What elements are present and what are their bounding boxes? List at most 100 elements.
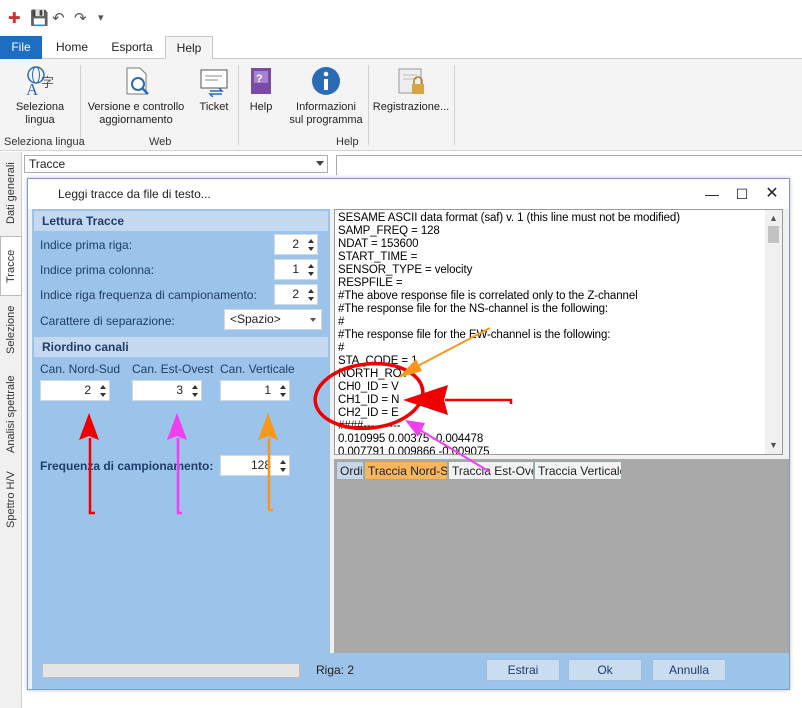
indice-prima-riga-value: 2 <box>292 237 299 251</box>
file-line: SAMP_FREQ = 128 <box>338 225 440 237</box>
file-line: NORTH_ROT <box>338 368 409 380</box>
file-line: # <box>338 316 345 328</box>
informazioni-button[interactable]: Informazioni sul programma <box>288 65 364 127</box>
spin-down-icon[interactable] <box>192 393 198 397</box>
spin-up-icon[interactable] <box>308 289 314 293</box>
ribbon-separator <box>238 65 239 145</box>
file-line: # <box>338 342 345 354</box>
tracce-combo[interactable]: Tracce <box>24 155 328 173</box>
annulla-button[interactable]: Annulla <box>652 659 726 681</box>
frequenza-label: Frequenza di campionamento: <box>40 459 214 473</box>
versione-button[interactable]: Versione e controllo aggiornamento <box>86 65 186 127</box>
file-line: NDAT = 153600 <box>338 238 419 250</box>
frequenza-value: 128 <box>250 458 271 472</box>
spin-down-icon[interactable] <box>100 393 106 397</box>
can-nord-sud-label: Can. Nord-Sud <box>40 362 121 376</box>
ok-button[interactable]: Ok <box>568 659 642 681</box>
seleziona-lingua-button[interactable]: A字 Seleziona lingua <box>6 65 74 127</box>
versione-label-1: Versione e controllo <box>87 101 185 113</box>
help-book-icon: ? <box>245 65 277 97</box>
informazioni-label-1: Informazioni <box>296 101 356 113</box>
spin-up-icon[interactable] <box>192 385 198 389</box>
file-line: SENSOR_TYPE = velocity <box>338 264 473 276</box>
grid-tab-nord-sud[interactable]: Traccia Nord-Sud <box>364 461 448 480</box>
leggi-tracce-dialog: Leggi tracce da file di testo... — ☐ ✕ L… <box>27 178 790 690</box>
separatore-combo[interactable]: <Spazio> <box>224 309 322 330</box>
quick-access-toolbar: ✚ 💾 ↶ ↷ ▾ <box>0 0 802 36</box>
vertical-scrollbar[interactable]: ▲ ▼ <box>765 210 782 454</box>
file-line: SESAME ASCII data format (saf) v. 1 (thi… <box>338 212 680 224</box>
estrai-button[interactable]: Estrai <box>486 659 560 681</box>
tracce-combo-value: Tracce <box>29 157 66 171</box>
can-nord-sud-input[interactable]: 2 <box>40 380 110 401</box>
can-verticale-input[interactable]: 1 <box>220 380 290 401</box>
can-verticale-value: 1 <box>264 383 271 397</box>
close-icon[interactable]: ✕ <box>762 184 782 204</box>
scroll-thumb[interactable] <box>768 226 779 243</box>
scroll-up-icon[interactable]: ▲ <box>769 213 778 223</box>
side-tab-spettro-hv[interactable]: Spettro H/V <box>0 464 22 536</box>
side-tab-analisi-spettrale[interactable]: Analisi spettrale <box>0 366 22 462</box>
dialog-title: Leggi tracce da file di testo... <box>58 187 211 201</box>
seleziona-lingua-label-1: Seleziona <box>15 101 65 113</box>
side-tab-tracce[interactable]: Tracce <box>0 236 22 296</box>
file-line: CH0_ID = V <box>338 381 399 393</box>
spin-down-icon[interactable] <box>308 297 314 301</box>
file-line: CH1_ID = N <box>338 394 400 406</box>
dialog-footer: Riga: 2 Estrai Ok Annulla <box>32 653 789 689</box>
grid-tab-ordine[interactable]: Ordin <box>336 461 364 480</box>
spin-up-icon[interactable] <box>280 460 286 464</box>
registrazione-label: Registrazione... <box>372 101 450 113</box>
ticket-button[interactable]: Ticket <box>194 65 234 114</box>
tab-help[interactable]: Help <box>165 36 213 60</box>
side-tab-dati-generali[interactable]: Dati generali <box>0 152 22 234</box>
minimize-icon[interactable]: — <box>702 184 722 204</box>
help-button[interactable]: ? Help <box>244 65 278 114</box>
ribbon-panel: A字 Seleziona lingua Versione e controllo… <box>0 59 802 151</box>
customize-icon[interactable]: ▾ <box>98 11 104 24</box>
spin-down-icon[interactable] <box>280 393 286 397</box>
spin-down-icon[interactable] <box>280 468 286 472</box>
svg-text:?: ? <box>256 73 263 85</box>
side-tabs: Dati generali Tracce Selezione Analisi s… <box>0 152 22 708</box>
file-line: 0.007791 0.009866 -0.009075 <box>338 446 490 455</box>
grid-tab-verticale[interactable]: Traccia Verticale <box>534 461 622 480</box>
redo-icon[interactable]: ↷ <box>74 9 87 27</box>
can-nord-sud-value: 2 <box>84 383 91 397</box>
registrazione-button[interactable]: Registrazione... <box>372 65 450 114</box>
indice-prima-riga-input[interactable]: 2 <box>274 234 318 255</box>
language-icon: A字 <box>24 65 56 99</box>
frequenza-input[interactable]: 128 <box>220 455 290 476</box>
ribbon-separator <box>454 65 455 145</box>
spin-up-icon[interactable] <box>100 385 106 389</box>
ticket-label: Ticket <box>199 101 229 113</box>
ribbon-tabs: File Home Esporta Help <box>0 36 802 60</box>
scroll-down-icon[interactable]: ▼ <box>769 440 778 450</box>
undo-icon[interactable]: ↶ <box>52 9 65 27</box>
spin-down-icon[interactable] <box>308 272 314 276</box>
ribbon-separator <box>368 65 369 145</box>
spin-up-icon[interactable] <box>280 385 286 389</box>
side-tab-selezione[interactable]: Selezione <box>0 298 22 362</box>
maximize-icon[interactable]: ☐ <box>732 184 752 204</box>
info-icon <box>310 65 342 97</box>
grid-tab-est-ovest[interactable]: Traccia Est-Ovest <box>448 461 534 480</box>
tab-file[interactable]: File <box>0 36 42 59</box>
riga-status: Riga: 2 <box>316 663 355 677</box>
can-est-ovest-input[interactable]: 3 <box>132 380 202 401</box>
file-text-area[interactable]: SESAME ASCII data format (saf) v. 1 (thi… <box>334 209 783 455</box>
indice-riga-frequenza-input[interactable]: 2 <box>274 284 318 305</box>
file-line: START_TIME = <box>338 251 418 263</box>
tab-home[interactable]: Home <box>46 36 98 59</box>
tab-esporta[interactable]: Esporta <box>102 36 162 59</box>
spin-up-icon[interactable] <box>308 239 314 243</box>
file-line: ####---------- <box>338 420 401 432</box>
new-icon[interactable]: ✚ <box>8 9 21 27</box>
spin-up-icon[interactable] <box>308 264 314 268</box>
svg-text:A: A <box>26 80 39 97</box>
lettura-tracce-header: Lettura Tracce <box>34 211 328 231</box>
spin-down-icon[interactable] <box>308 247 314 251</box>
save-icon[interactable]: 💾 <box>30 9 49 27</box>
group-label-seleziona-lingua: Seleziona lingua <box>4 136 85 148</box>
indice-prima-colonna-input[interactable]: 1 <box>274 259 318 280</box>
